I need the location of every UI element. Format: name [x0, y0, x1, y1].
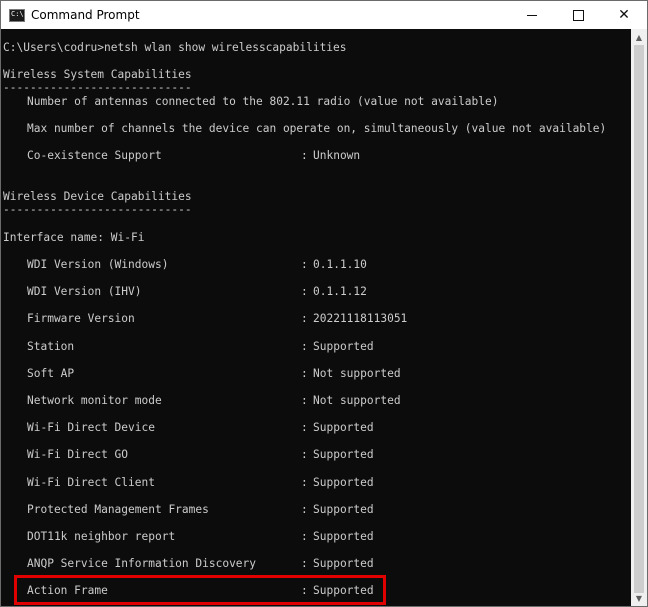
separator: : [301, 530, 308, 543]
scroll-down-arrow-icon[interactable]: ▼ [631, 590, 647, 606]
command-line: C:\Users\codru>netsh wlan show wirelessc… [3, 41, 347, 54]
scroll-up-arrow-icon[interactable]: ▲ [631, 29, 647, 45]
system-capabilities-header: Wireless System Capabilities [3, 68, 192, 81]
separator: : [301, 258, 308, 271]
capability-row: Station: Supported [1, 340, 631, 354]
separator: : [301, 366, 308, 380]
capability-row: ANQP Service Information Discovery: Suppo… [1, 557, 631, 571]
capability-value: Supported [313, 502, 374, 516]
capability-value: 0.1.1.12 [313, 285, 367, 299]
caption-buttons: ✕ [509, 1, 647, 29]
capability-row: Firmware Version:20221118113051 [1, 312, 631, 326]
scrollbar-thumb[interactable] [634, 45, 644, 593]
minimize-button[interactable] [509, 1, 555, 29]
coexistence-row: Co-existence Support : Unknown [1, 149, 631, 163]
capability-key: Firmware Version [27, 312, 135, 326]
capability-key: Wi-Fi Direct Device [27, 421, 155, 435]
capability-row: DOT11k neighbor report: Supported [1, 530, 631, 544]
window-title: Command Prompt [31, 8, 140, 22]
capability-value: Supported [313, 448, 374, 462]
command-prompt-icon[interactable]: C:\ [9, 8, 25, 22]
device-capabilities-header: Wireless Device Capabilities [3, 190, 192, 203]
coexistence-key: Co-existence Support [27, 149, 162, 162]
title-bar[interactable]: C:\ Command Prompt ✕ [1, 1, 647, 29]
capability-value: Supported [313, 339, 374, 353]
capability-row: WDI Version (IHV):0.1.1.12 [1, 285, 631, 299]
system-header-rule: ---------------------------- [3, 81, 192, 94]
capability-key: DOT11k neighbor report [27, 530, 176, 543]
capability-key: Wi-Fi Direct GO [27, 448, 129, 462]
capability-value: Not supported [313, 366, 401, 380]
capability-row: Wi-Fi Direct Client: Supported [1, 476, 631, 490]
capability-value: 0.1.1.10 [313, 258, 367, 271]
capability-value: Supported [313, 530, 374, 543]
capability-row: Wi-Fi Direct GO: Supported [1, 448, 631, 462]
separator: : [301, 394, 308, 407]
icon-text: C:\ [11, 9, 24, 18]
capability-value: Supported [313, 475, 374, 489]
command-prompt-window: C:\ Command Prompt ✕ C:\Users\codru>nets… [0, 0, 648, 607]
capability-key: Network monitor mode [27, 394, 162, 407]
close-button[interactable]: ✕ [601, 1, 647, 29]
separator: : [301, 312, 308, 326]
channels-line: Max number of channels the device can op… [27, 122, 607, 135]
coexistence-value: Unknown [313, 149, 361, 162]
separator: : [301, 149, 308, 162]
capability-value: 20221118113051 [313, 312, 408, 326]
vertical-scrollbar[interactable]: ▲ ▼ [631, 29, 647, 606]
capability-row: Wi-Fi Direct Device: Supported [1, 421, 631, 435]
capability-row: WDI Version (Windows):0.1.1.10 [1, 258, 631, 272]
capability-key: WDI Version (IHV) [27, 285, 142, 299]
capability-key: Wi-Fi Direct Client [27, 475, 155, 489]
maximize-button[interactable] [555, 1, 601, 29]
separator: : [301, 475, 308, 489]
separator: : [301, 502, 308, 516]
interface-name-line: Interface name: Wi-Fi [3, 231, 145, 244]
capability-value: Not supported [313, 394, 401, 407]
capability-row: Network monitor mode: Not supported [1, 394, 631, 408]
separator: : [301, 421, 308, 435]
capability-key: Soft AP [27, 366, 75, 380]
capability-key: Protected Management Frames [27, 502, 209, 516]
antennas-line: Number of antennas connected to the 802.… [27, 95, 499, 108]
capability-key: WDI Version (Windows) [27, 258, 169, 271]
device-header-rule: ---------------------------- [3, 203, 192, 216]
separator: : [301, 339, 308, 353]
minimize-icon [527, 14, 537, 16]
capability-key: ANQP Service Information Discovery [27, 557, 257, 571]
console-output[interactable]: C:\Users\codru>netsh wlan show wirelessc… [1, 29, 631, 606]
capability-key: Station [27, 339, 75, 353]
separator: : [301, 448, 308, 462]
maximize-icon [572, 9, 584, 21]
separator: : [301, 285, 308, 299]
capability-value: Supported [313, 557, 374, 571]
capability-row: Protected Management Frames: Supported [1, 503, 631, 517]
separator: : [301, 557, 308, 571]
capability-value: Supported [313, 421, 374, 435]
close-icon: ✕ [618, 7, 630, 23]
highlight-box [14, 575, 386, 605]
capability-row: Soft AP: Not supported [1, 367, 631, 381]
